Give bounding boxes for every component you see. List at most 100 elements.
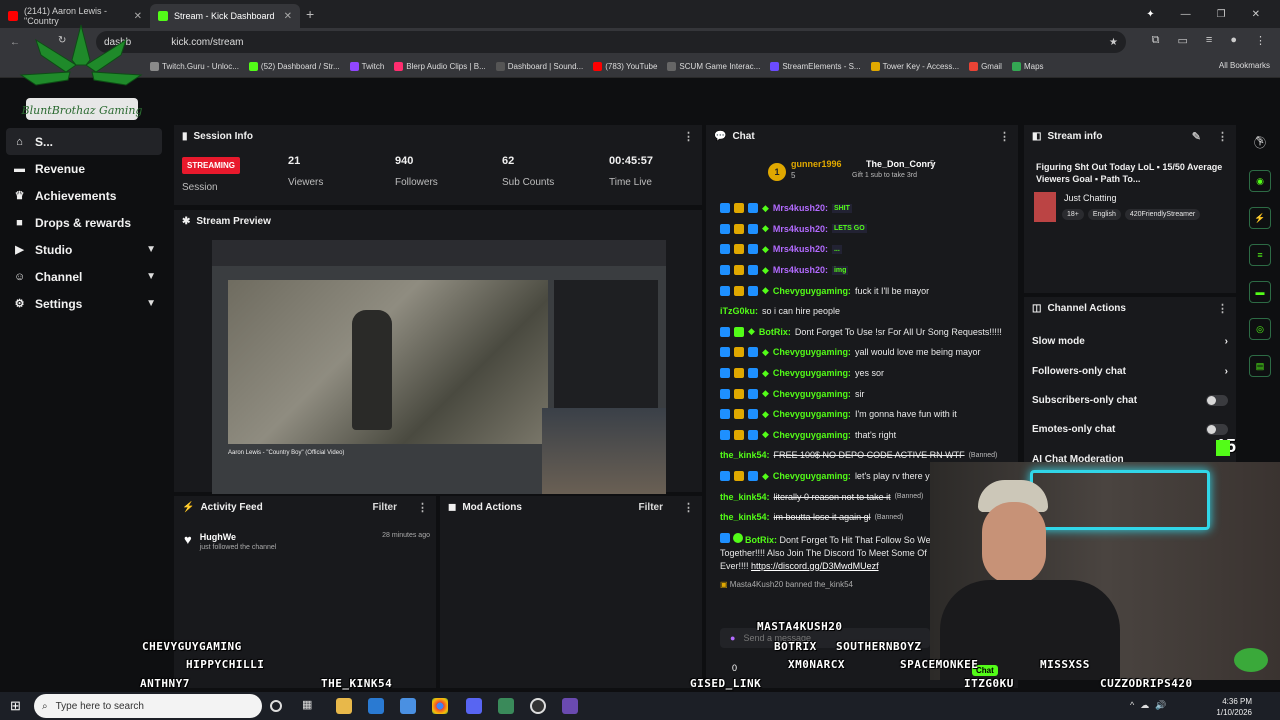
task-view-icon[interactable]: ▦ <box>302 698 318 714</box>
activity-user[interactable]: HughWe <box>200 532 277 542</box>
leader-user[interactable]: The_Don_Conry <box>866 159 936 169</box>
tag[interactable]: 18+ <box>1062 209 1084 220</box>
followers-only-row[interactable]: Followers-only chat › <box>1024 356 1236 385</box>
chat-username[interactable]: Chevyguygaming: <box>773 389 851 399</box>
sidebar-item-home[interactable]: ⌂ S... <box>6 128 162 155</box>
sidebar-item-achievements[interactable]: ♛ Achievements <box>0 182 168 209</box>
chat-username[interactable]: iTzG0ku: <box>720 306 758 316</box>
chat-username[interactable]: Chevyguygaming: <box>773 430 851 440</box>
sidebar-item-channel[interactable]: ☺ Channel ▼ <box>0 263 168 290</box>
category-name[interactable]: Just Chatting <box>1064 193 1117 203</box>
windows-start-icon[interactable]: ⊞ <box>10 698 21 714</box>
shield-icon: ◼ <box>448 501 457 513</box>
new-tab-button[interactable]: + <box>306 6 314 22</box>
chat-username[interactable]: the_kink54: <box>720 492 770 502</box>
mail-icon[interactable] <box>368 698 384 714</box>
more-options-icon[interactable]: ⋮ <box>999 130 1010 143</box>
system-tray-icons[interactable]: ^☁🔊 <box>1130 700 1172 711</box>
chat-username[interactable]: the_kink54: <box>720 512 770 522</box>
bookmark-item[interactable]: Gmail <box>969 62 1002 71</box>
bookmark-item[interactable]: Maps <box>1011 62 1044 71</box>
tab-label: Stream - Kick Dashboard <box>174 11 275 21</box>
chat-username[interactable]: Chevyguygaming: <box>773 471 851 481</box>
chat-username[interactable]: Chevyguygaming: <box>773 409 851 419</box>
cortana-icon[interactable] <box>270 700 282 712</box>
sidebar-item-drops[interactable]: ■ Drops & rewards <box>0 209 168 236</box>
chat-username[interactable]: Mrs4kush20: <box>773 203 828 213</box>
bookmark-item[interactable]: StreamElements - S... <box>770 62 861 71</box>
sidebar-item-studio[interactable]: ▶ Studio ▼ <box>0 236 168 263</box>
chat-username[interactable]: the_kink54: <box>720 450 770 460</box>
rail-button[interactable]: ▤ <box>1249 355 1271 377</box>
subscriber-icon: ◆ <box>762 243 769 254</box>
rail-button[interactable]: ◉ <box>1249 170 1271 192</box>
chat-username[interactable]: Chevyguygaming: <box>773 286 851 296</box>
maximize-icon[interactable]: ❐ <box>1217 9 1226 20</box>
filter-button[interactable]: Filter <box>373 502 397 513</box>
info-circle-icon[interactable]: ⓘ <box>1240 78 1280 150</box>
browser-menu-icon[interactable]: ⋮ <box>1255 34 1266 47</box>
profile-avatar[interactable]: ● <box>1230 34 1237 47</box>
excel-icon[interactable] <box>498 698 514 714</box>
chrome-icon[interactable] <box>432 698 448 714</box>
cast-icon[interactable]: ▭ <box>1178 34 1188 47</box>
dashboard-sidebar: ⌂ S... ▬ Revenue ♛ Achievements ■ Drops … <box>0 78 168 690</box>
browser-tab-kick[interactable]: Stream - Kick Dashboard ✕ <box>150 4 300 28</box>
bookmark-item[interactable]: (783) YouTube <box>593 62 657 71</box>
app-icon[interactable] <box>400 698 416 714</box>
streamdeck-icon[interactable] <box>562 698 578 714</box>
tag[interactable]: 420FriendlyStreamer <box>1124 209 1201 220</box>
discord-icon[interactable] <box>466 698 482 714</box>
chat-username[interactable]: Chevyguygaming: <box>773 347 851 357</box>
url-field[interactable]: dashb kick.com/stream ★ <box>96 31 1126 53</box>
extensions-icon[interactable]: ⧉ <box>1152 34 1160 47</box>
more-options-icon[interactable]: ⋮ <box>683 130 694 143</box>
chat-username[interactable]: BotRix: <box>745 535 777 545</box>
rail-button[interactable]: ⚡ <box>1249 207 1271 229</box>
file-explorer-icon[interactable] <box>336 698 352 714</box>
leader-user[interactable]: gunner1996 <box>791 159 842 169</box>
taskbar-search[interactable]: ⌕ Type here to search <box>34 694 262 718</box>
rail-button[interactable]: ◎ <box>1249 318 1271 340</box>
chat-username[interactable]: Chevyguygaming: <box>773 368 851 378</box>
bookmark-item[interactable]: Twitch <box>349 62 384 71</box>
close-tab-icon[interactable]: ✕ <box>284 11 292 22</box>
rail-button[interactable]: ≡ <box>1249 244 1271 266</box>
bookmark-item[interactable]: Blerp Audio Clips | B... <box>394 62 486 71</box>
media-icon[interactable]: ≡ <box>1206 34 1212 47</box>
obs-icon[interactable] <box>530 698 546 714</box>
streaming-badge: STREAMING <box>182 157 240 174</box>
extension-icon[interactable]: ✦ <box>1146 9 1154 20</box>
rail-button[interactable]: ▬ <box>1249 281 1271 303</box>
taskbar-clock[interactable]: 4:36 PM 1/10/2026 <box>1216 696 1252 718</box>
bookmark-star-icon[interactable]: ★ <box>1109 37 1118 48</box>
chat-username[interactable]: Mrs4kush20: <box>773 224 828 234</box>
emotes-only-toggle[interactable] <box>1206 424 1228 436</box>
filter-button[interactable]: Filter <box>639 502 663 513</box>
discord-link[interactable]: https://discord.gg/D3MwdMUezf <box>751 561 879 571</box>
more-options-icon[interactable]: ⋮ <box>683 501 694 514</box>
sidebar-item-settings[interactable]: ⚙ Settings ▼ <box>0 290 168 317</box>
bookmark-item[interactable]: Tower Key - Access... <box>870 62 959 71</box>
tag[interactable]: English <box>1087 209 1121 220</box>
gift-sub-text[interactable]: Gift 1 sub to take 3rd <box>852 172 917 179</box>
subscribers-only-toggle[interactable] <box>1206 394 1228 406</box>
bookmark-item[interactable]: (52) Dashboard / Str... <box>248 62 340 71</box>
close-window-icon[interactable]: ✕ <box>1252 9 1260 20</box>
minimize-icon[interactable]: — <box>1181 9 1191 20</box>
all-bookmarks-link[interactable]: All Bookmarks <box>1219 61 1270 70</box>
chat-username[interactable]: Mrs4kush20: <box>773 265 828 275</box>
stream-preview-video[interactable]: Aaron Lewis - "Country Boy" (Official Vi… <box>212 240 666 494</box>
chat-username[interactable]: Mrs4kush20: <box>773 244 828 254</box>
more-options-icon[interactable]: ⋮ <box>1217 130 1228 143</box>
slow-mode-row[interactable]: Slow mode › <box>1024 327 1236 356</box>
sidebar-item-revenue[interactable]: ▬ Revenue <box>0 155 168 182</box>
leader-count: 5 <box>791 171 796 180</box>
bookmark-item[interactable]: Twitch.Guru - Unloc... <box>150 62 239 71</box>
more-options-icon[interactable]: ⋮ <box>1217 302 1228 315</box>
chat-username[interactable]: BotRix: <box>759 327 791 337</box>
edit-icon[interactable]: ✎ <box>1192 130 1201 143</box>
bookmark-item[interactable]: Dashboard | Sound... <box>495 62 583 71</box>
bookmark-item[interactable]: SCUM Game Interac... <box>667 62 760 71</box>
more-options-icon[interactable]: ⋮ <box>417 501 428 514</box>
